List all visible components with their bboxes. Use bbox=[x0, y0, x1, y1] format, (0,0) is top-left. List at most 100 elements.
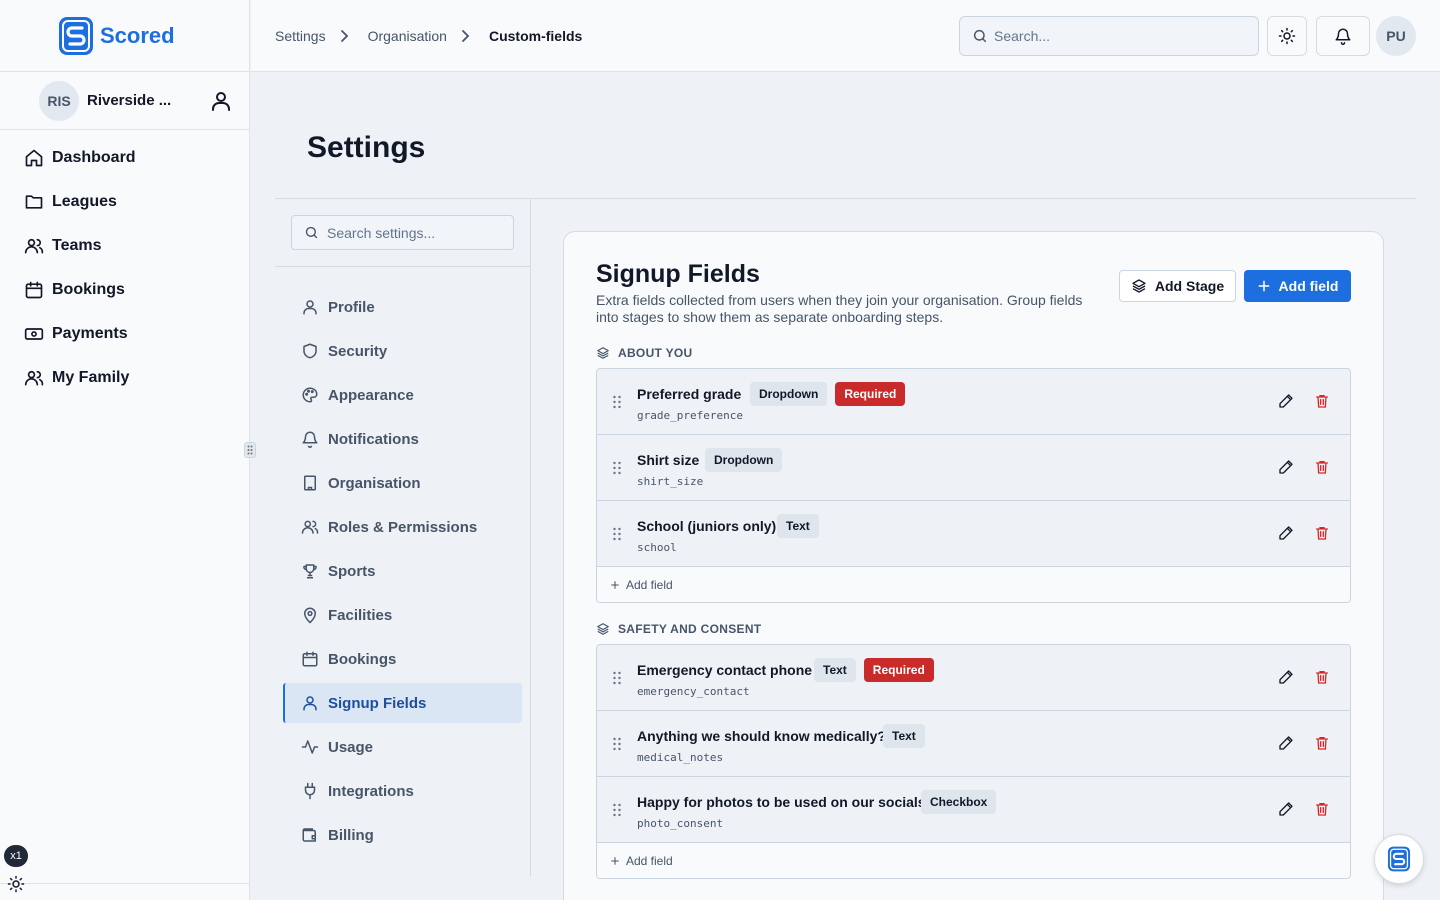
nav-label: My Family bbox=[52, 369, 130, 386]
pencil-icon[interactable] bbox=[1278, 669, 1294, 685]
settings-item-roles-permissions[interactable]: Roles & Permissions bbox=[283, 507, 522, 547]
stage-name: SAFETY AND CONSENT bbox=[618, 622, 762, 636]
field-type-badge: Text bbox=[883, 724, 925, 748]
field-row: Happy for photos to be used on our socia… bbox=[597, 777, 1350, 843]
add-stage-label: Add Stage bbox=[1154, 278, 1225, 294]
brand[interactable]: Scored bbox=[0, 0, 249, 72]
bell-icon bbox=[1335, 28, 1351, 45]
speed-badge[interactable]: x1 bbox=[4, 845, 28, 867]
stage-add-field-button[interactable]: Add field bbox=[597, 567, 1350, 602]
org-switcher[interactable]: RIS Riverside ... bbox=[0, 72, 249, 130]
field-type-badge: Dropdown bbox=[705, 448, 783, 472]
users-icon bbox=[24, 238, 44, 254]
settings-item-label: Billing bbox=[328, 826, 374, 844]
drag-handle-icon[interactable] bbox=[612, 460, 622, 476]
field-label: Emergency contact phone bbox=[637, 662, 813, 678]
nav-label: Bookings bbox=[52, 281, 125, 298]
trash-icon[interactable] bbox=[1314, 801, 1330, 817]
field-label: School (juniors only) bbox=[637, 518, 777, 534]
settings-item-appearance[interactable]: Appearance bbox=[283, 375, 522, 415]
settings-search-input[interactable] bbox=[327, 224, 507, 241]
settings-item-facilities[interactable]: Facilities bbox=[283, 595, 522, 635]
field-type-badge: Dropdown bbox=[750, 382, 828, 406]
global-search[interactable] bbox=[959, 16, 1259, 56]
settings-item-label: Usage bbox=[328, 738, 374, 756]
trophy-icon bbox=[303, 564, 317, 579]
required-badge: Required bbox=[863, 658, 934, 682]
settings-item-sports[interactable]: Sports bbox=[283, 551, 522, 591]
settings-nav: Profile Security Appearance Notification… bbox=[275, 199, 531, 876]
breadcrumb-item[interactable]: Organisation bbox=[368, 28, 447, 44]
field-badges: Text bbox=[777, 514, 819, 538]
pencil-icon[interactable] bbox=[1278, 525, 1294, 541]
settings-item-label: Notifications bbox=[328, 430, 419, 448]
settings-item-notifications[interactable]: Notifications bbox=[283, 419, 522, 459]
settings-item-billing[interactable]: Billing bbox=[283, 815, 522, 855]
chevron-right-icon bbox=[462, 30, 470, 42]
settings-item-label: Profile bbox=[328, 298, 375, 316]
help-fab-button[interactable] bbox=[1374, 834, 1424, 884]
settings-item-security[interactable]: Security bbox=[283, 331, 522, 371]
nav-item-payments[interactable]: Payments bbox=[0, 312, 249, 356]
stage-fields-list: Emergency contact phone emergency_contac… bbox=[596, 644, 1351, 879]
pencil-icon[interactable] bbox=[1278, 801, 1294, 817]
drag-handle-icon[interactable] bbox=[612, 802, 622, 818]
pencil-icon[interactable] bbox=[1278, 459, 1294, 475]
sidebar-resize-handle[interactable] bbox=[244, 442, 256, 458]
trash-icon[interactable] bbox=[1314, 393, 1330, 409]
breadcrumb-item[interactable]: Settings bbox=[275, 28, 326, 44]
add-stage-button[interactable]: Add Stage bbox=[1119, 270, 1236, 302]
trash-icon[interactable] bbox=[1314, 669, 1330, 685]
trash-icon[interactable] bbox=[1314, 735, 1330, 751]
nav-item-bookings[interactable]: Bookings bbox=[0, 268, 249, 312]
add-field-button[interactable]: Add field bbox=[1244, 270, 1351, 302]
settings-item-profile[interactable]: Profile bbox=[283, 287, 522, 327]
settings-item-label: Sports bbox=[328, 562, 376, 580]
field-type-badge: Checkbox bbox=[921, 790, 997, 814]
top-bar: Settings Organisation Custom-fields PU bbox=[251, 0, 1440, 72]
theme-toggle-button[interactable] bbox=[1267, 16, 1307, 56]
drag-handle-icon[interactable] bbox=[612, 394, 622, 410]
user-icon[interactable] bbox=[209, 89, 233, 113]
search-input[interactable] bbox=[994, 28, 1234, 44]
settings-item-signup-fields[interactable]: Signup Fields bbox=[283, 683, 522, 723]
settings-item-label: Roles & Permissions bbox=[328, 518, 478, 536]
settings-search[interactable] bbox=[291, 215, 514, 250]
trash-icon[interactable] bbox=[1314, 459, 1330, 475]
users-icon bbox=[24, 370, 44, 386]
settings-item-integrations[interactable]: Integrations bbox=[283, 771, 522, 811]
pencil-icon[interactable] bbox=[1278, 735, 1294, 751]
nav-label: Leagues bbox=[52, 193, 117, 210]
field-key: school bbox=[637, 541, 677, 554]
field-badges: Text bbox=[883, 724, 925, 748]
nav-item-teams[interactable]: Teams bbox=[0, 224, 249, 268]
drag-handle-icon[interactable] bbox=[612, 736, 622, 752]
user-avatar[interactable]: PU bbox=[1376, 16, 1416, 56]
nav-item-dashboard[interactable]: Dashboard bbox=[0, 136, 249, 180]
nav-item-my-family[interactable]: My Family bbox=[0, 356, 249, 400]
settings-item-usage[interactable]: Usage bbox=[283, 727, 522, 767]
notifications-button[interactable] bbox=[1316, 16, 1370, 56]
brand-name: Scored bbox=[100, 22, 175, 48]
field-label: Anything we should know medically? bbox=[637, 728, 886, 744]
main-nav: Dashboard Leagues Teams Bookings Payment… bbox=[0, 130, 249, 400]
settings-item-bookings[interactable]: Bookings bbox=[283, 639, 522, 679]
org-avatar: RIS bbox=[39, 80, 79, 121]
drag-handle-icon[interactable] bbox=[612, 670, 622, 686]
field-badges: Dropdown Required bbox=[750, 382, 906, 406]
sun-icon bbox=[1278, 27, 1296, 45]
banknote-icon bbox=[24, 328, 44, 340]
sun-icon[interactable] bbox=[7, 875, 25, 893]
wallet-icon bbox=[302, 828, 316, 842]
layers-icon bbox=[597, 623, 609, 635]
settings-item-label: Signup Fields bbox=[328, 694, 427, 712]
nav-item-leagues[interactable]: Leagues bbox=[0, 180, 249, 224]
drag-handle-icon[interactable] bbox=[612, 526, 622, 542]
settings-item-organisation[interactable]: Organisation bbox=[283, 463, 522, 503]
shield-icon bbox=[303, 343, 317, 359]
field-badges: Checkbox bbox=[921, 790, 997, 814]
pencil-icon[interactable] bbox=[1278, 393, 1294, 409]
trash-icon[interactable] bbox=[1314, 525, 1330, 541]
user-icon bbox=[303, 300, 317, 315]
stage-add-field-button[interactable]: Add field bbox=[597, 843, 1350, 878]
